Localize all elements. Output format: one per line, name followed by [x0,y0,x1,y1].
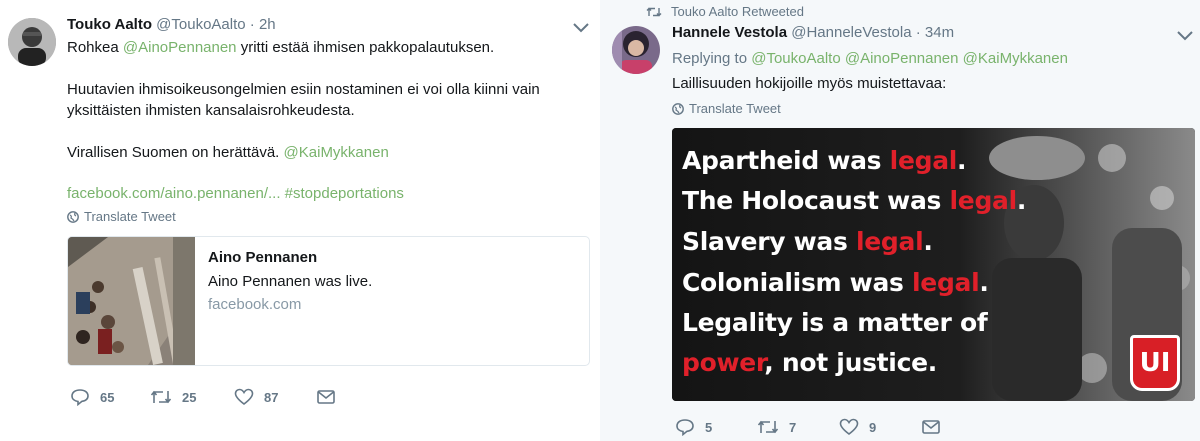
display-name[interactable]: Hannele Vestola [672,24,787,41]
tweet-text: Rohkea @AinoPennanen yritti estää ihmise… [67,39,540,202]
reply-button[interactable]: 5 [675,418,757,436]
direct-message-button[interactable] [921,419,941,435]
like-button[interactable]: 9 [839,418,921,436]
tweet-hannele-vestola: Touko Aalto Retweeted Hannele Vestola @H… [600,0,1200,441]
separator-dot: · [915,24,921,41]
ui-logo: UI [1130,335,1180,391]
tweet-image[interactable]: Apartheid was legal. The Holocaust was l… [672,128,1195,401]
envelope-icon [922,420,940,434]
tweet-header: Touko Aalto @ToukoAalto · 2h [67,16,276,33]
mention-link[interactable]: @AinoPennanen [845,50,959,67]
display-name[interactable]: Touko Aalto [67,16,152,33]
separator-dot: · [249,16,255,33]
retweet-icon [757,420,779,434]
retweet-context: Touko Aalto Retweeted [646,4,804,19]
mention-link[interactable]: @KaiMykkanen [963,50,1068,67]
tweet-text: Laillisuuden hokijoille myös muistettava… [672,75,947,92]
reply-icon [71,389,89,406]
replying-to: Replying to @ToukoAalto @AinoPennanen @K… [672,50,1068,67]
tweet-actions: 5 7 9 [675,418,941,436]
image-line: Slavery was legal. [682,227,933,256]
retweet-icon [646,7,662,16]
image-line: Apartheid was legal. [682,146,967,175]
chevron-down-icon[interactable] [1176,30,1194,42]
card-description: Aino Pennanen was live. [208,273,373,290]
facebook-link[interactable]: facebook.com/aino.pennanen/... [67,185,281,202]
tweet-header: Hannele Vestola @HanneleVestola · 34m [672,24,954,41]
image-line: Legality is a matter of [682,308,988,337]
card-domain: facebook.com [208,296,302,313]
direct-message-button[interactable] [316,389,336,405]
image-line: power, not justice. [682,348,937,377]
user-handle[interactable]: @ToukoAalto [156,16,245,33]
heart-icon [234,388,254,406]
timestamp[interactable]: 2h [259,16,276,33]
translate-tweet-link[interactable]: Translate Tweet [67,209,176,224]
mention-link[interactable]: @AinoPennanen [123,39,237,56]
tweet-touko-aalto: Touko Aalto @ToukoAalto · 2h Rohkea @Ain… [0,0,600,441]
retweet-button[interactable]: 7 [757,418,839,436]
mention-link[interactable]: @ToukoAalto [751,50,840,67]
translate-tweet-link[interactable]: Translate Tweet [672,101,781,116]
card-thumbnail [68,237,195,365]
image-line: Colonialism was legal. [682,268,989,297]
link-card[interactable]: Aino Pennanen Aino Pennanen was live. fa… [67,236,590,366]
retweet-icon [150,390,172,404]
card-title: Aino Pennanen [208,249,318,266]
timestamp[interactable]: 34m [925,24,954,41]
avatar[interactable] [8,18,56,66]
reply-icon [676,419,694,436]
user-handle[interactable]: @HanneleVestola [791,24,911,41]
image-line: The Holocaust was legal. [682,186,1027,215]
hashtag-link[interactable]: #stopdeportations [285,185,404,202]
envelope-icon [317,390,335,404]
tweet-actions: 65 25 87 [70,388,336,406]
retweet-button[interactable]: 25 [150,388,234,406]
globe-icon [67,210,79,223]
chevron-down-icon[interactable] [572,22,590,34]
heart-icon [839,418,859,436]
like-button[interactable]: 87 [234,388,316,406]
avatar[interactable] [612,26,660,74]
reply-button[interactable]: 65 [70,388,150,406]
mention-link[interactable]: @KaiMykkanen [284,144,389,161]
globe-icon [672,102,684,115]
